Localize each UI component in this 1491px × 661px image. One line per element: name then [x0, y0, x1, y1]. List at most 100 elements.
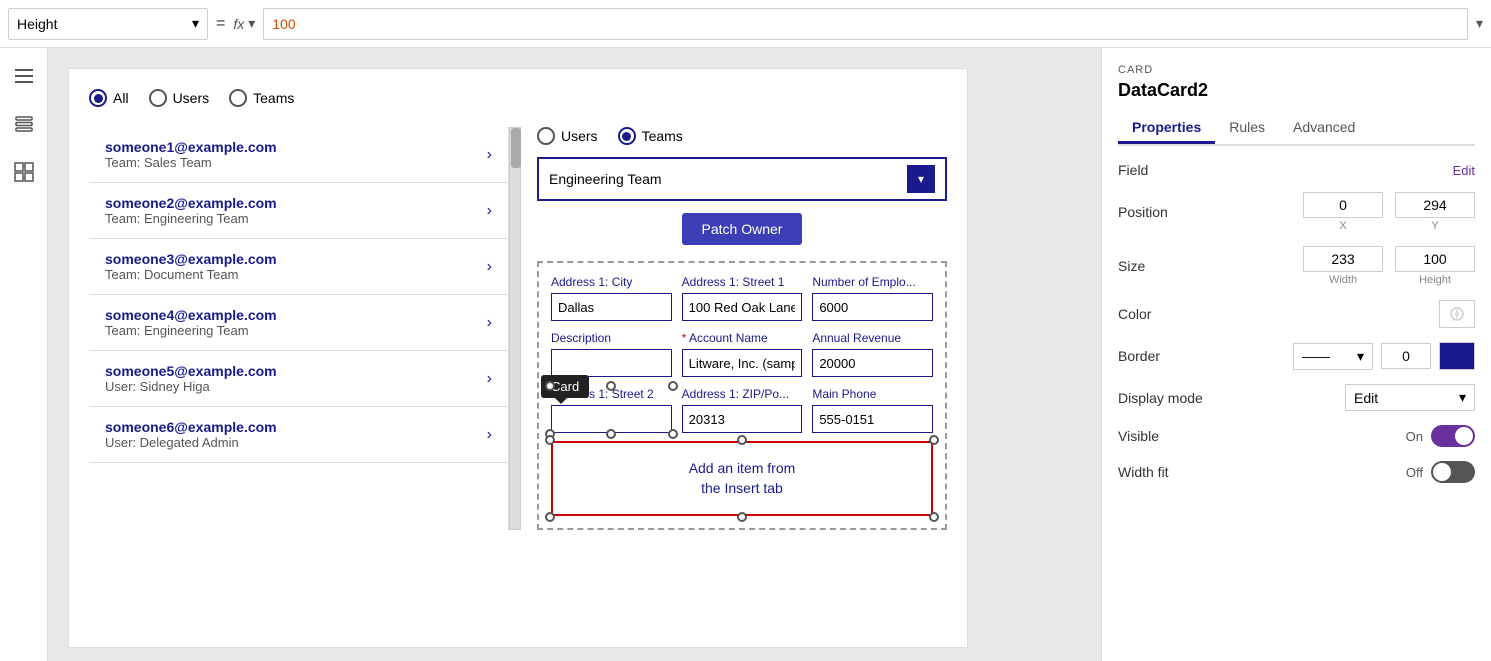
visible-toggle-container: On — [1406, 425, 1475, 447]
radio-users-label: Users — [173, 90, 210, 106]
visible-on-label: On — [1406, 429, 1423, 444]
handle-ins-bl[interactable] — [545, 512, 555, 522]
handle-tr[interactable] — [668, 381, 678, 391]
visible-toggle[interactable] — [1431, 425, 1475, 447]
sidebar-icon-grid[interactable] — [8, 156, 40, 188]
border-color-swatch[interactable] — [1439, 342, 1475, 370]
user-team: Team: Engineering Team — [105, 323, 277, 338]
sidebar-icon-layers[interactable] — [8, 108, 40, 140]
props-visible-row: Visible On — [1118, 425, 1475, 447]
size-label: Size — [1118, 258, 1198, 274]
field-annual-revenue-input[interactable] — [812, 349, 933, 377]
color-picker-button[interactable] — [1439, 300, 1475, 328]
toggle-knob — [1455, 427, 1473, 445]
field-street1-label: Address 1: Street 1 — [682, 275, 803, 289]
position-inputs: X Y — [1303, 192, 1475, 232]
size-height-group: Height — [1395, 246, 1475, 286]
patch-owner-button[interactable]: Patch Owner — [682, 213, 803, 245]
field-label: Field — [1118, 162, 1198, 178]
width-fit-toggle-container: Off — [1406, 461, 1475, 483]
user-list: someone1@example.com Team: Sales Team › … — [89, 127, 509, 530]
field-zip: Address 1: ZIP/Po... — [682, 387, 803, 433]
tab-rules[interactable]: Rules — [1215, 113, 1279, 144]
field-phone-input[interactable] — [812, 405, 933, 433]
user-email: someone1@example.com — [105, 139, 277, 155]
field-description-input[interactable] — [551, 349, 672, 377]
display-mode-arrow-icon: ▾ — [1459, 389, 1466, 406]
team-dropdown[interactable]: Engineering Team ▾ — [537, 157, 947, 201]
handle-ins-tc[interactable] — [737, 435, 747, 445]
scrollbar[interactable] — [509, 127, 521, 530]
handle-tl[interactable] — [545, 381, 555, 391]
tab-advanced[interactable]: Advanced — [1279, 113, 1369, 144]
user-team: Team: Document Team — [105, 267, 277, 282]
field-account-name-label: Account Name — [682, 331, 803, 345]
insert-tab-wrapper: Add an item from the Insert tab — [551, 441, 933, 516]
border-line-dropdown[interactable]: —— ▾ — [1293, 343, 1373, 370]
size-width-input[interactable] — [1303, 246, 1383, 272]
props-field-row: Field Edit — [1118, 162, 1475, 178]
radio-all-circle — [89, 89, 107, 107]
insert-tab-text: Add an item from the Insert tab — [689, 459, 796, 498]
radio-teams[interactable]: Teams — [229, 89, 294, 107]
display-mode-dropdown[interactable]: Edit ▾ — [1345, 384, 1475, 411]
user-email: someone2@example.com — [105, 195, 277, 211]
field-city-label: Address 1: City — [551, 275, 672, 289]
sidebar-icon-menu[interactable] — [8, 60, 40, 92]
list-item[interactable]: someone3@example.com Team: Document Team… — [89, 239, 508, 295]
props-display-mode-row: Display mode Edit ▾ — [1118, 384, 1475, 411]
user-info: someone5@example.com User: Sidney Higa — [105, 363, 277, 394]
fx-icon: fx — [233, 16, 244, 32]
width-fit-toggle[interactable] — [1431, 461, 1475, 483]
user-email: someone4@example.com — [105, 307, 277, 323]
canvas-inner: someone1@example.com Team: Sales Team › … — [89, 127, 947, 530]
handle-bc[interactable] — [606, 429, 616, 439]
user-email: someone3@example.com — [105, 251, 277, 267]
props-width-fit-row: Width fit Off — [1118, 461, 1475, 483]
width-fit-off-label: Off — [1406, 465, 1423, 480]
list-item[interactable]: someone4@example.com Team: Engineering T… — [89, 295, 508, 351]
formula-bar[interactable]: 100 — [263, 8, 1468, 40]
radio-users[interactable]: Users — [149, 89, 210, 107]
field-account-name-input[interactable] — [682, 349, 803, 377]
handle-br[interactable] — [668, 429, 678, 439]
field-employees-input[interactable] — [812, 293, 933, 321]
form-radio-teams-circle — [618, 127, 636, 145]
border-width-input[interactable] — [1381, 343, 1431, 369]
handle-ins-bc[interactable] — [737, 512, 747, 522]
edit-link[interactable]: Edit — [1453, 163, 1475, 178]
handle-ins-tl[interactable] — [545, 435, 555, 445]
fx-label[interactable]: fx ▾ — [233, 15, 255, 32]
field-zip-input[interactable] — [682, 405, 803, 433]
app-canvas: All Users Teams someone1@example.c — [68, 68, 968, 648]
props-position-row: Position X Y — [1118, 192, 1475, 232]
chevron-icon: › — [487, 370, 492, 388]
pos-x-input[interactable] — [1303, 192, 1383, 218]
y-label: Y — [1431, 220, 1438, 232]
fields-row3: Card Address 1: Street 2 — [551, 387, 933, 433]
height-dropdown[interactable]: Height ▾ — [8, 8, 208, 40]
form-radio-teams[interactable]: Teams — [618, 127, 683, 145]
user-email: someone5@example.com — [105, 363, 277, 379]
field-city-input[interactable] — [551, 293, 672, 321]
chevron-icon: › — [487, 146, 492, 164]
list-item[interactable]: someone1@example.com Team: Sales Team › — [89, 127, 508, 183]
pos-y-input[interactable] — [1395, 192, 1475, 218]
formula-bar-dropdown[interactable]: ▾ — [1476, 15, 1483, 32]
handle-ins-br[interactable] — [929, 512, 939, 522]
size-inputs: Width Height — [1303, 246, 1475, 286]
border-controls: —— ▾ — [1293, 342, 1475, 370]
field-street1-input[interactable] — [682, 293, 803, 321]
form-radio-users[interactable]: Users — [537, 127, 598, 145]
display-mode-label: Display mode — [1118, 390, 1203, 406]
list-item[interactable]: someone2@example.com Team: Engineering T… — [89, 183, 508, 239]
list-item[interactable]: someone5@example.com User: Sidney Higa › — [89, 351, 508, 407]
radio-all[interactable]: All — [89, 89, 129, 107]
tab-properties[interactable]: Properties — [1118, 113, 1215, 144]
user-team: User: Sidney Higa — [105, 379, 277, 394]
field-phone: Main Phone — [812, 387, 933, 433]
list-item[interactable]: someone6@example.com User: Delegated Adm… — [89, 407, 508, 463]
size-height-input[interactable] — [1395, 246, 1475, 272]
handle-ins-tr[interactable] — [929, 435, 939, 445]
handle-tc[interactable] — [606, 381, 616, 391]
